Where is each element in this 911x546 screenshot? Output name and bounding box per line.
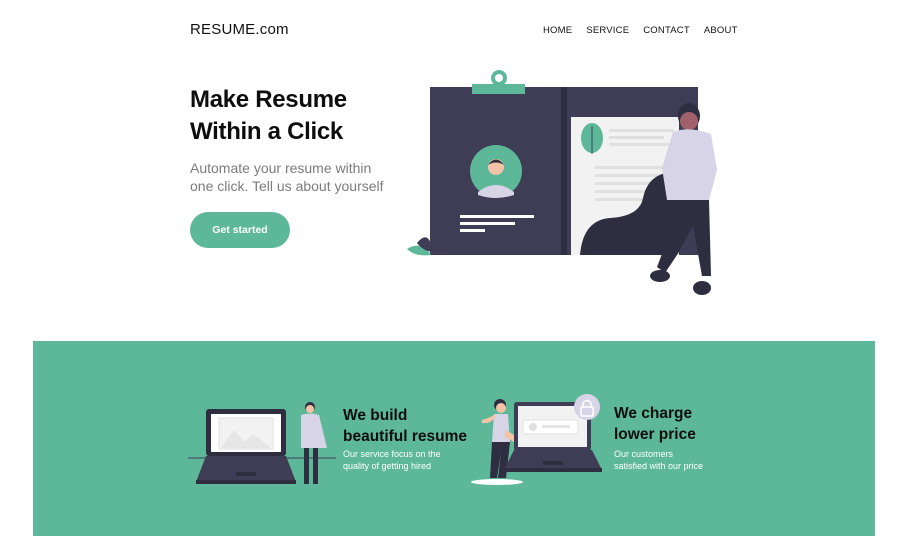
brand-logo[interactable]: RESUME.com: [190, 21, 289, 38]
main-nav: HOME SERVICE CONTACT ABOUT: [543, 25, 738, 36]
feature-desc-price-line1: Our customers: [614, 449, 674, 459]
nav-about[interactable]: ABOUT: [704, 25, 738, 36]
nav-home[interactable]: HOME: [543, 25, 572, 36]
feature-desc-build-line2: quality of getting hired: [343, 461, 432, 471]
hero-subtitle: Automate your resume within one click. T…: [190, 159, 405, 195]
feature-title-price: We charge lower price: [614, 403, 696, 445]
hero-title: Make Resume Within a Click: [190, 84, 347, 148]
nav-service[interactable]: SERVICE: [586, 25, 629, 36]
feature-title-build: We build beautiful resume: [343, 405, 467, 447]
feature-title-build-line2: beautiful resume: [343, 428, 468, 445]
nav-contact[interactable]: CONTACT: [643, 25, 690, 36]
resume-illustration-icon: [407, 70, 717, 295]
feature-desc-price: Our customers satisfied with our price: [614, 448, 703, 472]
hero-subtitle-line2: one click. Tell us about yourself: [190, 178, 384, 194]
get-started-button[interactable]: Get started: [190, 212, 290, 248]
hero-subtitle-line1: Automate your resume within: [190, 160, 372, 176]
feature-title-price-line1: We charge: [614, 405, 693, 422]
feature-title-build-line1: We build: [343, 407, 408, 424]
hero-title-line2: Within a Click: [190, 118, 343, 145]
hero-title-line1: Make Resume: [190, 86, 347, 113]
feature-desc-build: Our service focus on the quality of gett…: [343, 448, 441, 472]
feature-title-price-line2: lower price: [614, 426, 696, 443]
feature-desc-price-line2: satisfied with our price: [614, 461, 704, 471]
laptop-lock-icon: [471, 394, 602, 485]
feature-desc-build-line1: Our service focus on the: [343, 449, 441, 459]
laptop-image-icon: [188, 402, 336, 484]
